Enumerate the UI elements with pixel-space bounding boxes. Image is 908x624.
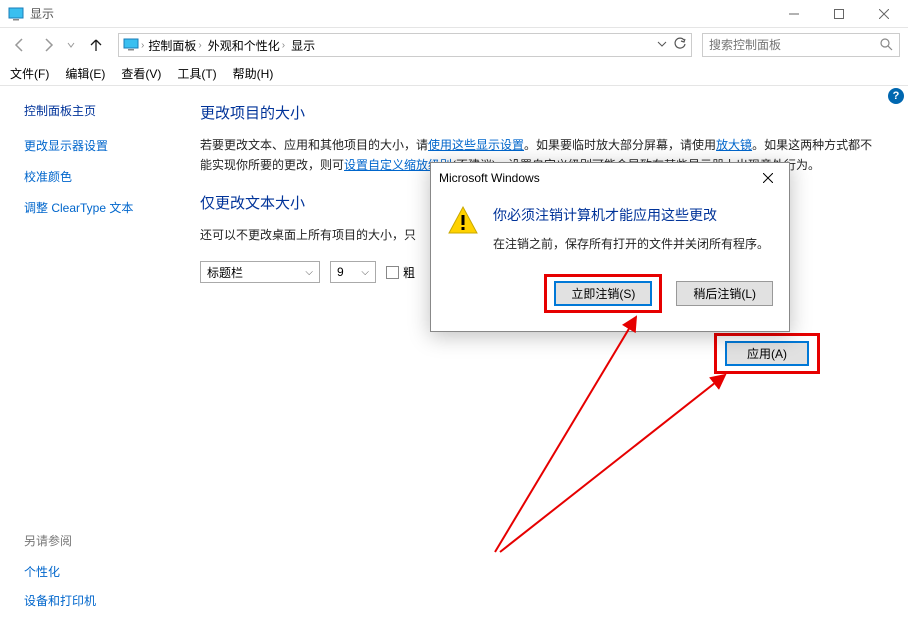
monitor-icon [123, 37, 139, 53]
dialog-title: Microsoft Windows [439, 171, 540, 185]
text: 若要更改文本、应用和其他项目的大小，请 [200, 138, 428, 152]
breadcrumb-label: 外观和个性化 [208, 37, 280, 54]
refresh-icon[interactable] [673, 37, 687, 54]
confirm-dialog: Microsoft Windows 你必须注销计算机才能应用这些更改 在注销之前… [430, 162, 790, 332]
search-input[interactable] [709, 38, 879, 52]
dialog-heading: 你必须注销计算机才能应用这些更改 [493, 205, 769, 225]
chevron-down-icon: ⌵ [305, 267, 313, 278]
warning-icon [447, 205, 479, 237]
logoff-now-button[interactable]: 立即注销(S) [554, 281, 652, 306]
breadcrumb-item[interactable]: 控制面板› [146, 37, 203, 54]
see-also-personalization[interactable]: 个性化 [24, 563, 96, 580]
maximize-button[interactable] [816, 0, 861, 28]
dialog-titlebar: Microsoft Windows [431, 163, 789, 193]
sidebar-home-link[interactable]: 控制面板主页 [24, 102, 200, 119]
apply-button[interactable]: 应用(A) [725, 341, 809, 366]
menu-tools[interactable]: 工具(T) [173, 63, 220, 84]
annotation-box: 应用(A) [714, 333, 820, 374]
bold-checkbox-wrap: 粗 [386, 264, 415, 281]
nav-bar: › 控制面板› 外观和个性化› 显示 [0, 28, 908, 62]
sidebar-link-display-settings[interactable]: 更改显示器设置 [24, 137, 200, 154]
menu-help[interactable]: 帮助(H) [229, 63, 278, 84]
dialog-text: 在注销之前，保存所有打开的文件并关闭所有程序。 [493, 235, 769, 252]
fontsize-dropdown[interactable]: 9 ⌵ [330, 261, 376, 283]
link-magnifier[interactable]: 放大镜 [716, 138, 752, 152]
breadcrumb-item[interactable]: 显示 [289, 37, 317, 54]
search-box[interactable] [702, 33, 900, 57]
bold-label: 粗 [403, 264, 415, 281]
dropdown-value: 9 [337, 265, 344, 279]
address-bar[interactable]: › 控制面板› 外观和个性化› 显示 [118, 33, 692, 57]
dialog-close-button[interactable] [755, 167, 781, 189]
history-dropdown[interactable] [64, 33, 78, 57]
logoff-later-button[interactable]: 稍后注销(L) [676, 281, 773, 306]
menu-bar: 文件(F) 编辑(E) 查看(V) 工具(T) 帮助(H) [0, 62, 908, 86]
menu-edit[interactable]: 编辑(E) [61, 63, 109, 84]
address-dropdown-icon[interactable] [657, 38, 667, 52]
window-title: 显示 [30, 5, 771, 22]
breadcrumb-label: 控制面板 [148, 37, 196, 54]
back-button[interactable] [8, 33, 32, 57]
sidebar-link-calibrate-color[interactable]: 校准颜色 [24, 168, 200, 185]
chevron-down-icon: ⌵ [361, 267, 369, 278]
chevron-right-icon: › [282, 40, 285, 51]
window-titlebar: 显示 [0, 0, 908, 28]
annotation-box: 立即注销(S) [544, 274, 662, 313]
up-button[interactable] [84, 33, 108, 57]
sidebar: 控制面板主页 更改显示器设置 校准颜色 调整 ClearType 文本 [0, 102, 200, 283]
minimize-button[interactable] [771, 0, 816, 28]
sidebar-link-cleartype[interactable]: 调整 ClearType 文本 [24, 199, 200, 216]
link-display-settings[interactable]: 使用这些显示设置 [428, 138, 524, 152]
search-icon[interactable] [879, 37, 893, 54]
text: 。如果要临时放大部分屏幕，请使用 [524, 138, 716, 152]
see-also-devices[interactable]: 设备和打印机 [24, 592, 96, 609]
breadcrumb-item[interactable]: 外观和个性化› [206, 37, 287, 54]
breadcrumb-label: 显示 [291, 37, 315, 54]
forward-button[interactable] [36, 33, 60, 57]
menu-view[interactable]: 查看(V) [117, 63, 165, 84]
heading-change-size: 更改项目的大小 [200, 102, 878, 123]
chevron-right-icon: › [141, 40, 144, 51]
see-also: 另请参阅 个性化 设备和打印机 [24, 532, 96, 621]
app-icon [8, 6, 24, 22]
close-button[interactable] [861, 0, 906, 28]
bold-checkbox[interactable] [386, 266, 399, 279]
see-also-title: 另请参阅 [24, 532, 96, 549]
chevron-right-icon: › [198, 40, 201, 51]
menu-file[interactable]: 文件(F) [6, 63, 53, 84]
element-dropdown[interactable]: 标题栏 ⌵ [200, 261, 320, 283]
dropdown-value: 标题栏 [207, 264, 243, 281]
